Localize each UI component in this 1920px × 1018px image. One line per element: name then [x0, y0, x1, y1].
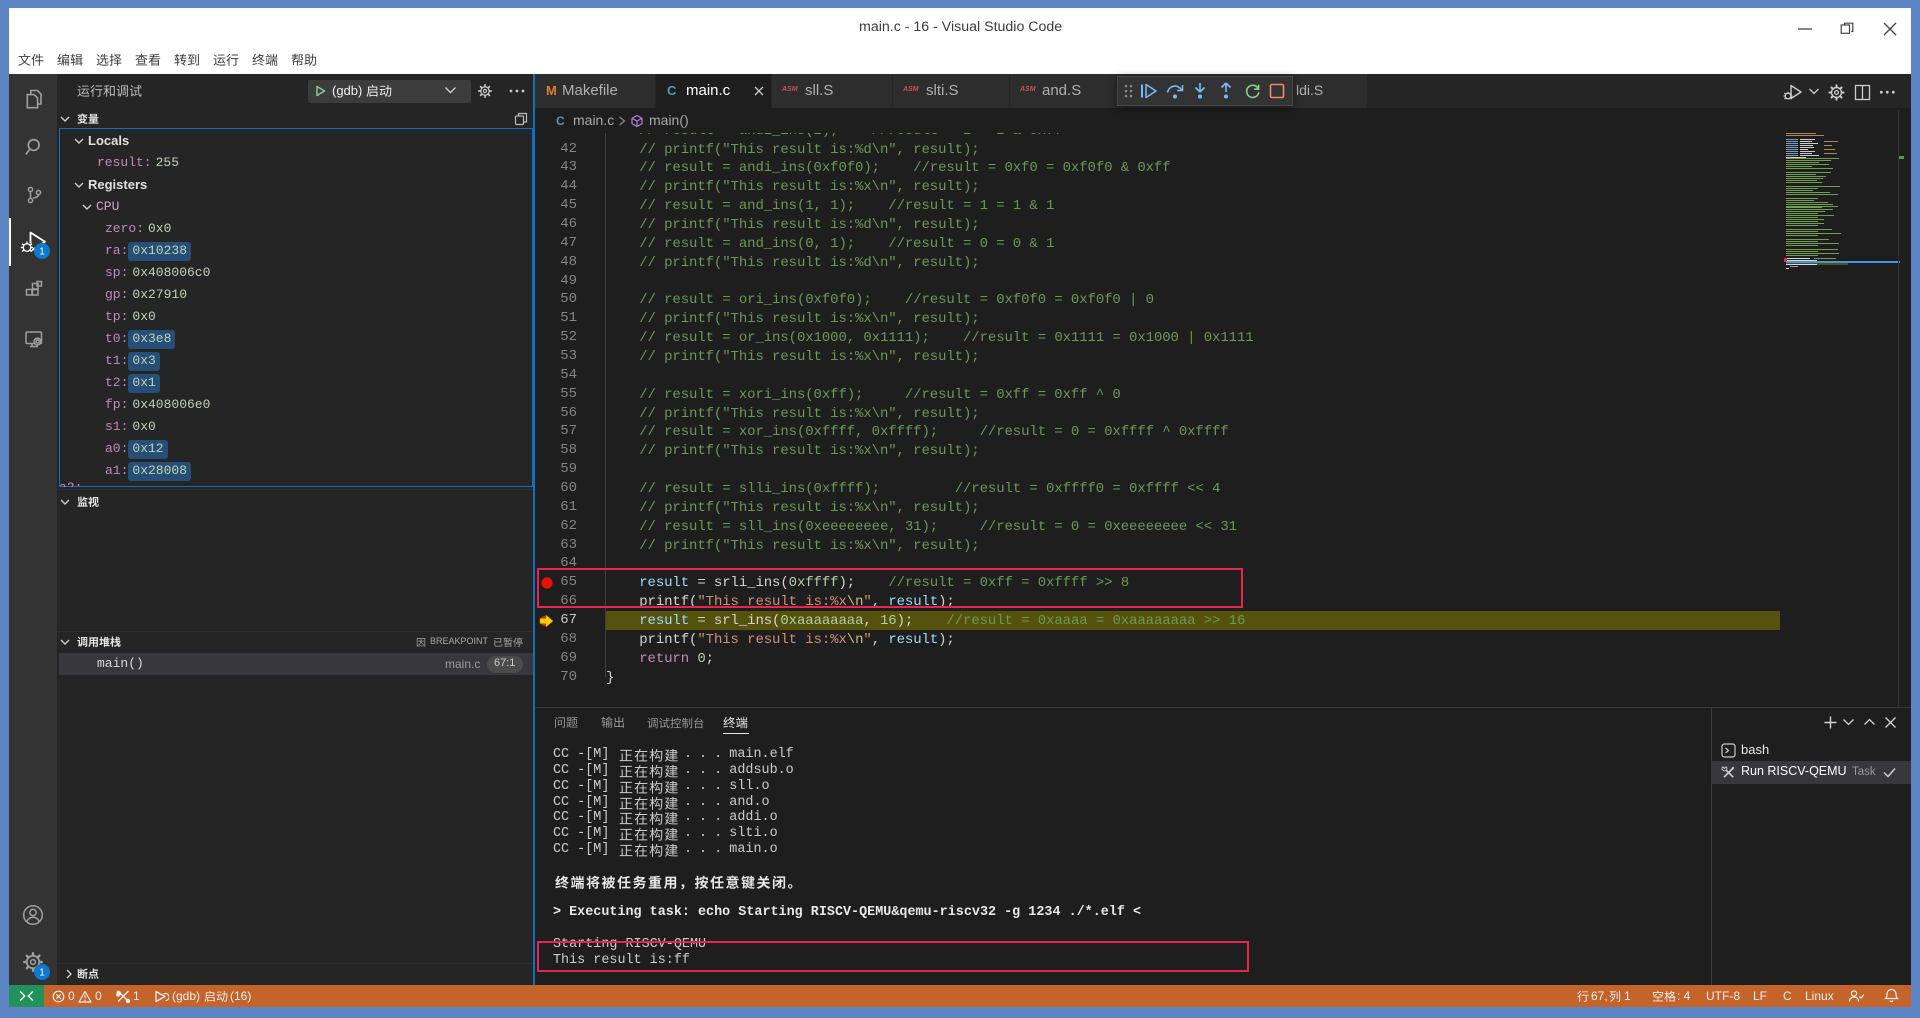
svg-text:1: 1	[39, 247, 45, 258]
svg-text:1: 1	[39, 968, 45, 979]
